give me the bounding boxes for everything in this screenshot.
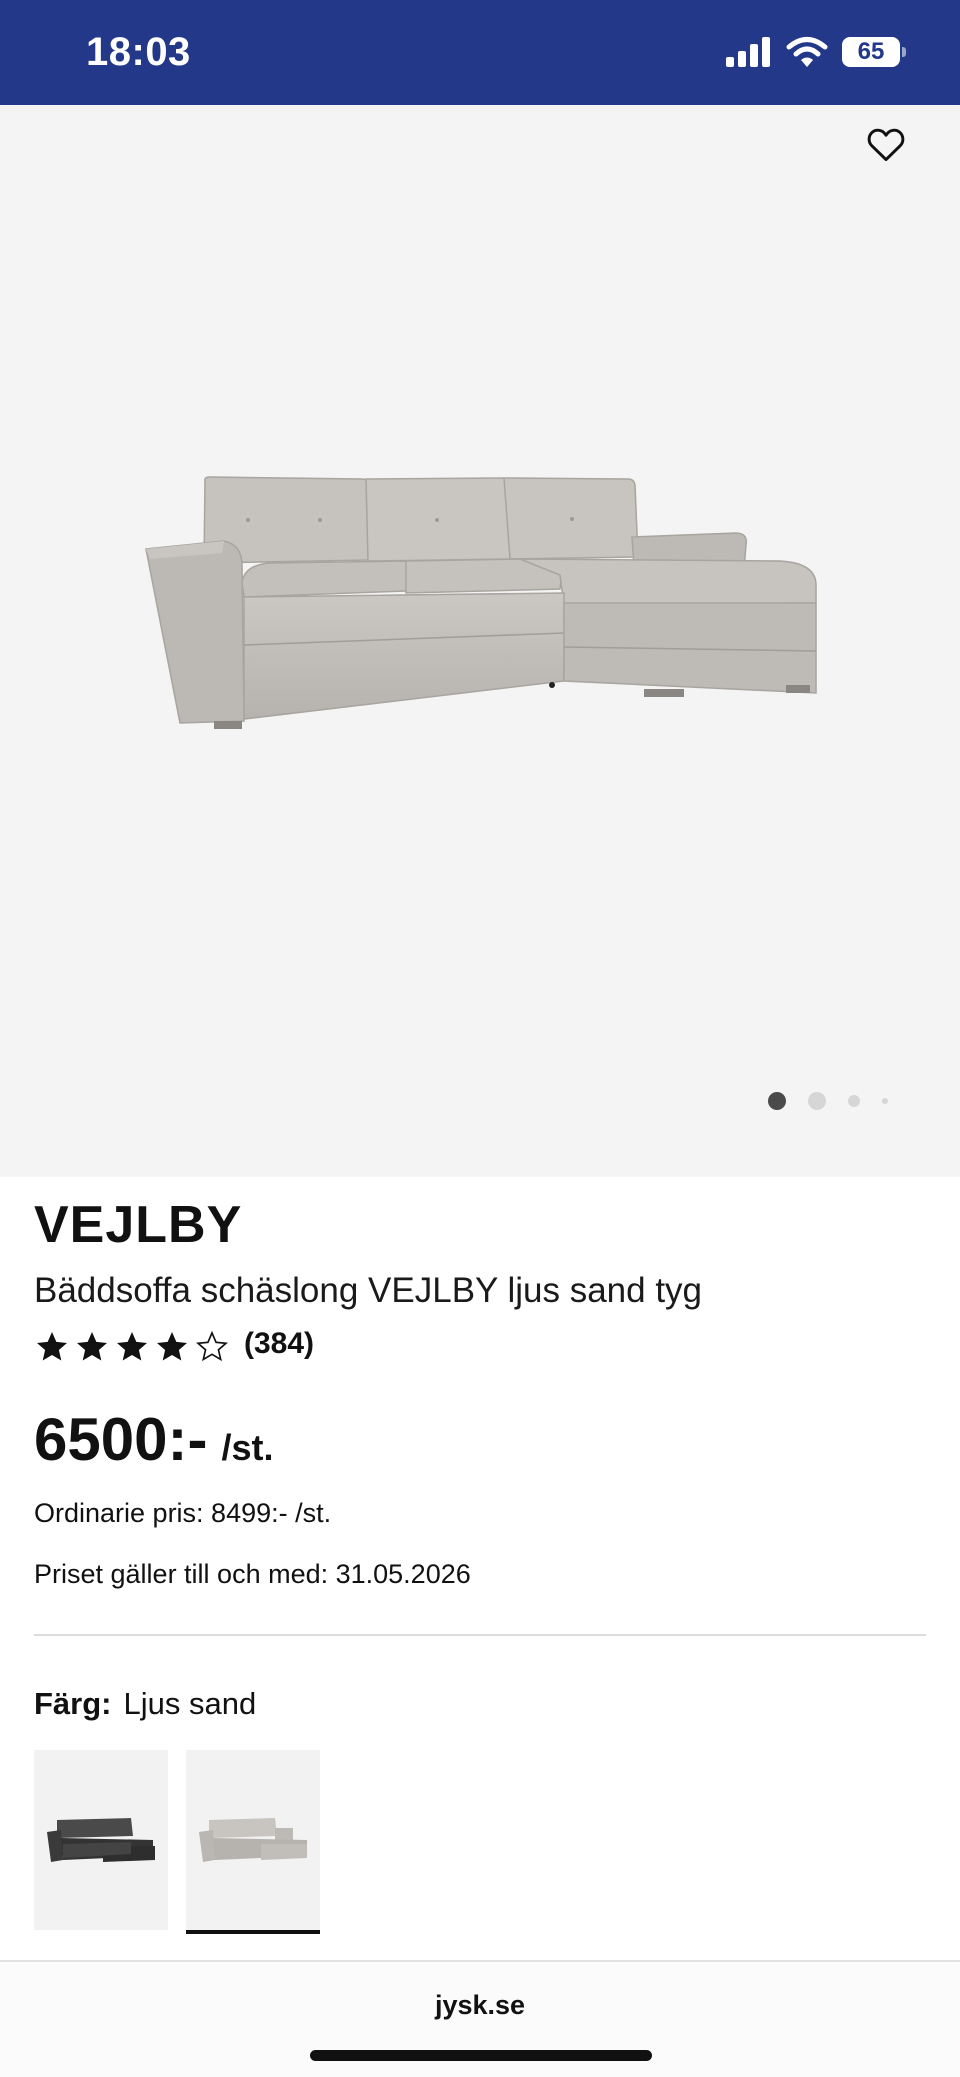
sofa-thumbnail-image bbox=[199, 1818, 307, 1862]
star-filled-icon bbox=[117, 1332, 147, 1361]
current-price: 6500:- bbox=[34, 1406, 208, 1473]
product-brand: VEJLBY bbox=[34, 1196, 243, 1254]
star-filled-icon bbox=[37, 1332, 67, 1361]
star-empty-icon bbox=[196, 1330, 228, 1362]
carousel-dot[interactable] bbox=[848, 1095, 860, 1107]
ordinary-price: Ordinarie pris: 8499:- /st. bbox=[34, 1498, 332, 1528]
product-image-gallery[interactable] bbox=[0, 105, 960, 1177]
battery-icon: 65 bbox=[842, 37, 906, 67]
color-swatch-dark-grey[interactable] bbox=[34, 1750, 168, 1930]
heart-icon[interactable] bbox=[864, 122, 908, 166]
sofa-product-image bbox=[145, 476, 817, 729]
star-rating bbox=[34, 1329, 230, 1365]
status-time: 18:03 bbox=[86, 30, 191, 74]
price-row: 6500:- /st. bbox=[34, 1405, 926, 1474]
status-icons: 65 bbox=[726, 36, 906, 68]
status-bar: 18:03 65 bbox=[0, 0, 960, 105]
carousel-dot[interactable] bbox=[882, 1098, 888, 1104]
carousel-dot-active[interactable] bbox=[768, 1092, 786, 1110]
home-indicator[interactable] bbox=[310, 2050, 652, 2061]
color-swatches bbox=[34, 1750, 926, 1934]
divider bbox=[34, 1634, 926, 1636]
price-valid-until: Priset gäller till och med: 31.05.2026 bbox=[34, 1559, 471, 1589]
color-value: Ljus sand bbox=[123, 1686, 257, 1721]
price-unit: /st. bbox=[221, 1427, 274, 1468]
carousel-dot[interactable] bbox=[808, 1092, 826, 1110]
color-selector-label: Färg: Ljus sand bbox=[34, 1686, 926, 1722]
star-filled-icon bbox=[157, 1332, 187, 1361]
rating-row[interactable]: (384) bbox=[34, 1327, 926, 1365]
star-filled-icon bbox=[77, 1332, 107, 1361]
address-bar-url[interactable]: jysk.se bbox=[0, 1990, 960, 2021]
sofa-thumbnail-image bbox=[47, 1818, 155, 1862]
review-count-link[interactable]: (384) bbox=[244, 1327, 314, 1361]
product-title: Bäddsoffa schäslong VEJLBY ljus sand tyg bbox=[34, 1271, 703, 1310]
color-swatch-light-sand[interactable] bbox=[186, 1750, 320, 1934]
color-label: Färg: bbox=[34, 1686, 112, 1721]
carousel-dots[interactable] bbox=[768, 1092, 910, 1110]
browser-bottom-bar: jysk.se bbox=[0, 1960, 960, 2077]
wifi-icon bbox=[786, 37, 828, 67]
product-info: VEJLBY Bäddsoffa schäslong VEJLBY ljus s… bbox=[34, 1195, 926, 1934]
signal-icon bbox=[726, 37, 770, 67]
